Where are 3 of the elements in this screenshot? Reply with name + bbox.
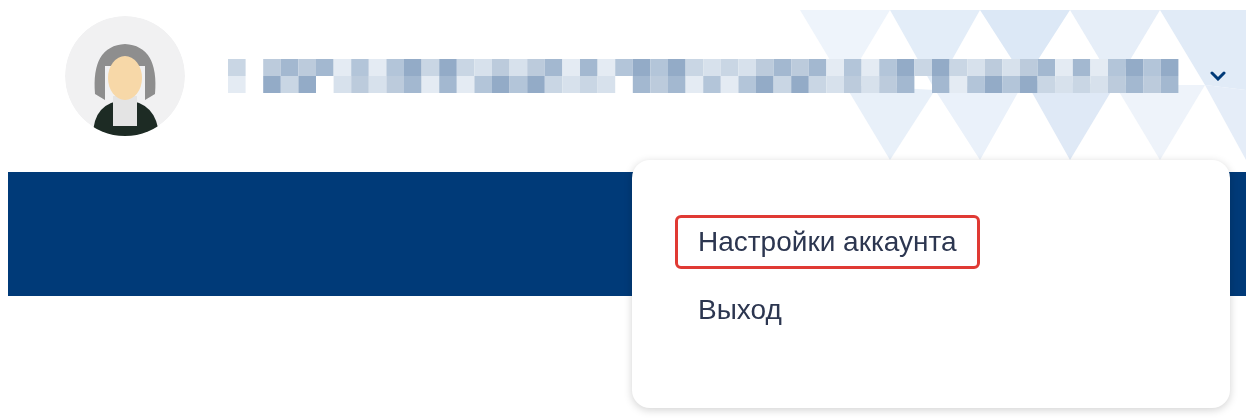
- menu-item[interactable]: Настройки аккаунта: [675, 215, 980, 269]
- chevron-down-icon[interactable]: [1210, 71, 1226, 81]
- menu-item[interactable]: Выход: [675, 283, 805, 337]
